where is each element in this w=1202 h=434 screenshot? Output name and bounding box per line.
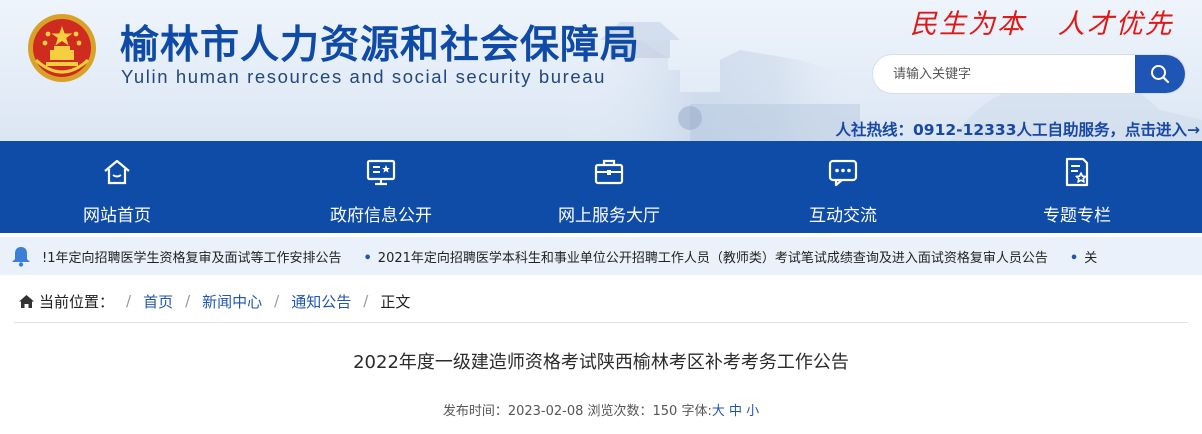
- breadcrumb-notices[interactable]: 通知公告: [291, 291, 351, 312]
- article-meta-info: 发布时间：2023-02-08 浏览次数：150 字体:: [442, 404, 712, 419]
- site-title: 榆林市人力资源和社会保障局: [120, 23, 641, 68]
- nav-label: 互动交流: [809, 206, 877, 226]
- emblem-icon: [28, 14, 96, 82]
- news-ticker: !1年定向招聘医学生资格复审及面试等工作安排公告 • 2021年定向招聘医学本科生…: [0, 237, 1202, 275]
- ticker-item[interactable]: • 关: [1070, 247, 1097, 266]
- divider: [14, 322, 1188, 323]
- breadcrumb-separator: /: [185, 292, 191, 310]
- site-slogan: 民生为本 人才优先: [910, 9, 1174, 40]
- nav-item-interaction[interactable]: 互动交流: [726, 141, 960, 233]
- home-icon: [19, 294, 34, 308]
- search-icon: [1151, 65, 1170, 84]
- article-meta: 发布时间：2023-02-08 浏览次数：150 字体:大 中 小: [0, 400, 1202, 419]
- search-button[interactable]: [1135, 55, 1185, 93]
- font-size-small[interactable]: 小: [746, 404, 759, 419]
- breadcrumb-news-center[interactable]: 新闻中心: [202, 291, 262, 312]
- breadcrumb-current: 正文: [380, 292, 411, 311]
- briefcase-icon: [592, 155, 626, 189]
- breadcrumb-home[interactable]: 首页: [143, 291, 173, 312]
- site-subtitle: Yulin human resources and social securit…: [121, 66, 607, 87]
- site-header: 榆林市人力资源和社会保障局 Yulin human resources and …: [0, 0, 1202, 141]
- font-size-large[interactable]: 大: [712, 404, 725, 419]
- nav-label: 专题专栏: [1043, 206, 1111, 226]
- nav-item-online-service[interactable]: 网上服务大厅: [492, 141, 726, 233]
- main-nav: 网站首页 政府信息公开 网上服务大厅 互动交流 专题专栏: [0, 141, 1202, 233]
- speaker-icon: [0, 237, 42, 275]
- search-box: [872, 54, 1186, 94]
- breadcrumb-label: 当前位置：: [39, 292, 115, 311]
- nav-item-gov-info[interactable]: 政府信息公开: [264, 141, 498, 233]
- breadcrumb-separator: /: [274, 292, 280, 310]
- font-size-medium[interactable]: 中: [729, 404, 742, 419]
- nav-item-home[interactable]: 网站首页: [0, 141, 234, 233]
- breadcrumb: 当前位置： / 首页 / 新闻中心 / 通知公告 / 正文: [18, 290, 410, 312]
- ticker-item[interactable]: !1年定向招聘医学生资格复审及面试等工作安排公告: [42, 247, 341, 266]
- nav-label: 网上服务大厅: [558, 206, 660, 226]
- nav-item-special-topics[interactable]: 专题专栏: [960, 141, 1194, 233]
- document-star-icon: [1060, 155, 1094, 189]
- search-input[interactable]: [873, 55, 1135, 93]
- ticker-item[interactable]: • 2021年定向招聘医学本科生和事业单位公开招聘工作人员（教师类）考试笔试成绩查…: [363, 247, 1047, 266]
- nav-label: 政府信息公开: [330, 206, 432, 226]
- chat-icon: [826, 155, 860, 189]
- hotline-link[interactable]: 人社热线：0912-12333人工自助服务，点击进入→: [836, 118, 1201, 140]
- breadcrumb-separator: /: [363, 292, 369, 310]
- article-title: 2022年度一级建造师资格考试陕西榆林考区补考考务工作公告: [353, 352, 849, 373]
- ticker-track: !1年定向招聘医学生资格复审及面试等工作安排公告 • 2021年定向招聘医学本科生…: [42, 247, 1202, 266]
- breadcrumb-separator: /: [126, 292, 132, 310]
- home-icon: [100, 155, 134, 189]
- nav-label: 网站首页: [83, 206, 151, 226]
- info-board-icon: [364, 155, 398, 189]
